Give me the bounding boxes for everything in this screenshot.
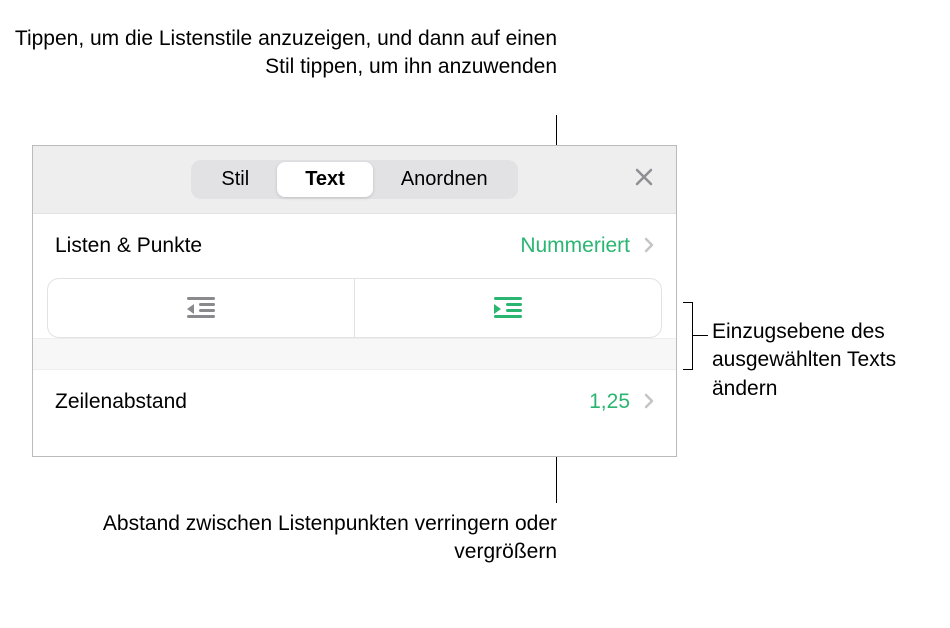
section-gap [33, 338, 676, 370]
callout-list-styles: Tippen, um die Listenstile anzuzeigen, u… [0, 25, 557, 82]
tab-anordnen[interactable]: Anordnen [373, 162, 516, 197]
leader-bracket [683, 302, 693, 370]
line-spacing-row[interactable]: Zeilenabstand 1,25 [33, 370, 676, 434]
chevron-right-icon [644, 232, 654, 260]
line-spacing-label: Zeilenabstand [55, 390, 187, 414]
lists-bullets-row[interactable]: Listen & Punkte Nummeriert [33, 214, 676, 278]
format-panel: Stil Text Anordnen Listen & Punkte Numme… [32, 145, 677, 457]
chevron-right-icon [644, 388, 654, 416]
lists-bullets-label: Listen & Punkte [55, 234, 202, 258]
indent-icon [494, 297, 522, 319]
panel-header: Stil Text Anordnen [33, 146, 676, 214]
leader-line [556, 453, 557, 503]
line-spacing-value: 1,25 [589, 390, 630, 414]
callout-indent-level: Einzugsebene des ausgewählten Texts ände… [712, 318, 950, 403]
outdent-button[interactable] [48, 279, 355, 337]
tab-text[interactable]: Text [277, 162, 373, 197]
close-icon [634, 167, 654, 187]
tab-stil[interactable]: Stil [193, 162, 277, 197]
outdent-icon [187, 297, 215, 319]
indent-button[interactable] [355, 279, 661, 337]
segmented-control: Stil Text Anordnen [191, 160, 517, 199]
panel-body: Listen & Punkte Nummeriert [33, 214, 676, 456]
indent-control [47, 278, 662, 338]
lists-bullets-value: Nummeriert [520, 234, 630, 258]
callout-line-spacing: Abstand zwischen Listenpunkten verringer… [0, 510, 557, 567]
close-button[interactable] [634, 166, 654, 194]
leader-line [693, 335, 708, 336]
